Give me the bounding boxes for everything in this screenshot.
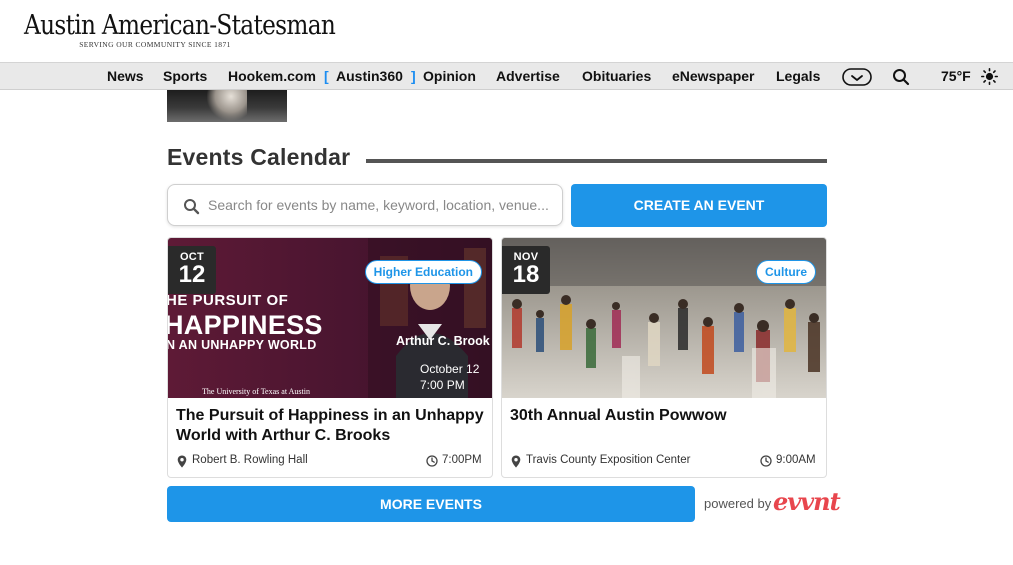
nav-enewspaper[interactable]: eNewspaper [672,68,754,84]
clock-icon [760,455,772,467]
thumbnail-figure [207,90,247,122]
nav-sports[interactable]: Sports [163,68,207,84]
event-meta: Robert B. Rowling Hall 7:00PM [176,454,486,468]
nav-opinion[interactable]: Opinion [423,68,476,84]
nav-news[interactable]: News [107,68,144,84]
poster-institution: The University of Texas at Austin [202,387,310,396]
poster-line-3: N AN UNHAPPY WORLD [168,338,317,352]
nav-advertise[interactable]: Advertise [496,68,560,84]
event-title[interactable]: The Pursuit of Happiness in an Unhappy W… [176,406,486,446]
article-thumbnail[interactable] [167,90,287,122]
poster-line-1: HE PURSUIT OF [168,292,289,309]
date-day: 12 [178,261,206,288]
section-divider [366,159,827,163]
poster-line-2: HAPPINESS [168,310,323,340]
venue-name: Travis County Exposition Center [526,454,691,466]
main-nav: News Sports Hookem.com [ Austin360 ] Opi… [0,62,1013,90]
create-event-button[interactable]: CREATE AN EVENT [571,184,827,227]
nav-hookem[interactable]: Hookem.com [228,68,316,84]
event-meta: Travis County Exposition Center 9:00AM [510,454,820,468]
evvnt-logo[interactable]: evvnt [773,487,841,516]
nav-legals[interactable]: Legals [776,68,820,84]
search-icon [184,199,200,215]
nav-obituaries[interactable]: Obituaries [582,68,651,84]
site-logo[interactable]: Austin American-Statesman SERVING OUR CO… [24,10,336,50]
poster-date: October 12 [420,362,480,376]
category-badge[interactable]: Culture [756,260,816,284]
event-card[interactable]: HE PURSUIT OF HAPPINESS N AN UNHAPPY WOR… [167,237,493,478]
bracket-open: [ [324,68,329,84]
logo-tagline: SERVING OUR COMMUNITY SINCE 1871 [79,40,231,49]
date-day: 18 [512,261,540,288]
logo-title: Austin American-Statesman [24,10,336,41]
time-value: 7:00PM [442,454,482,466]
event-image[interactable]: NOV 18 Culture [502,238,826,398]
search-icon[interactable] [892,68,910,91]
location-pin-icon [511,455,521,468]
event-search-box[interactable] [167,184,563,226]
masthead: Austin American-Statesman SERVING OUR CO… [0,0,1013,62]
more-events-button[interactable]: MORE EVENTS [167,486,695,522]
time-value: 9:00AM [776,454,816,466]
event-card[interactable]: NOV 18 Culture 30th Annual Austin Powwow… [501,237,827,478]
sun-icon[interactable] [981,68,999,90]
event-search-input[interactable] [208,191,558,219]
date-badge: OCT 12 [168,246,216,294]
event-image[interactable]: HE PURSUIT OF HAPPINESS N AN UNHAPPY WOR… [168,238,492,398]
date-badge: NOV 18 [502,246,550,294]
category-badge[interactable]: Higher Education [364,260,482,284]
location-pin-icon [177,455,187,468]
nav-austin360[interactable]: Austin360 [336,68,403,84]
globe-icon[interactable] [842,68,872,91]
powered-by-label: powered by [704,496,772,511]
clock-icon [426,455,438,467]
bracket-close: ] [411,68,416,84]
poster-time: 7:00 PM [420,378,465,392]
poster-speaker: Arthur C. Brook [396,334,490,348]
weather-temperature[interactable]: 75°F [941,68,971,84]
events-calendar-title: Events Calendar [167,144,351,170]
venue-name: Robert B. Rowling Hall [192,454,308,466]
event-title[interactable]: 30th Annual Austin Powwow [510,406,820,426]
